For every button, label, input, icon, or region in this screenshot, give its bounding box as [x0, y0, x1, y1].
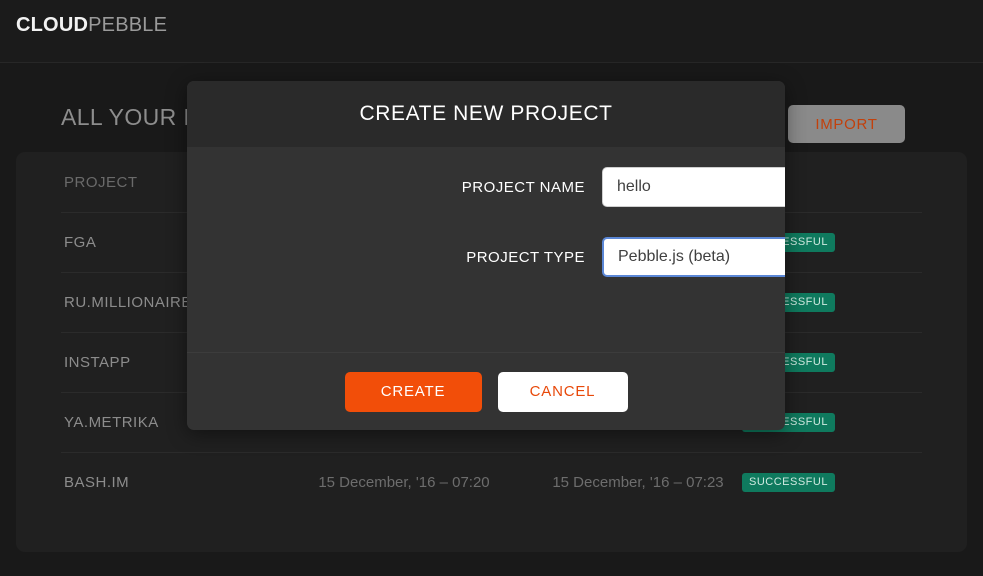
import-button-label: IMPORT [815, 115, 878, 133]
project-name-label: PROJECT NAME [461, 178, 585, 196]
row-project-name: INSTAPP [64, 353, 131, 371]
cancel-button[interactable]: CANCEL [497, 371, 628, 412]
project-type-select[interactable]: Pebble.js (beta) [602, 237, 785, 277]
modal-footer: CREATE CANCEL [187, 352, 785, 430]
row-project-name: FGA [64, 233, 97, 251]
row-project-name: BASH.IM [64, 473, 130, 491]
top-navbar: CLOUDPEBBLE PROJECTS SETTINGS SIGN OUT [0, 0, 983, 63]
create-button[interactable]: CREATE [344, 371, 482, 412]
modal-title: CREATE NEW PROJECT [359, 102, 613, 125]
project-type-label: PROJECT TYPE [466, 248, 585, 266]
brand-logo-light: PEBBLE [88, 14, 168, 36]
project-name-input[interactable]: hello [602, 167, 785, 207]
brand-logo-bold: CLOUD [16, 14, 89, 36]
brand-logo[interactable]: CLOUDPEBBLE [16, 12, 167, 38]
table-row[interactable]: BASH.IM 15 December, '16 – 07:20 15 Dece… [16, 452, 967, 512]
row-modified: 15 December, '16 – 07:23 [552, 473, 724, 491]
create-button-label: CREATE [380, 383, 446, 400]
row-project-name: RU.MILLIONAIRE [64, 293, 192, 311]
project-name-input-value: hello [617, 178, 651, 195]
column-header-project: PROJECT [64, 173, 138, 191]
modal-body: PROJECT NAME hello PROJECT TYPE Pebble.j… [187, 147, 785, 352]
import-button[interactable]: IMPORT [788, 105, 905, 143]
create-project-modal: CREATE NEW PROJECT PROJECT NAME hello PR… [187, 81, 785, 430]
modal-header: CREATE NEW PROJECT [187, 81, 785, 147]
project-type-select-value: Pebble.js (beta) [618, 248, 731, 265]
row-created: 15 December, '16 – 07:20 [318, 473, 490, 491]
status-badge: SUCCESSFUL [742, 472, 835, 492]
row-project-name: YA.METRIKA [64, 413, 159, 431]
cancel-button-label: CANCEL [529, 383, 596, 400]
app-root: CLOUDPEBBLE PROJECTS SETTINGS SIGN OUT A… [0, 0, 983, 576]
